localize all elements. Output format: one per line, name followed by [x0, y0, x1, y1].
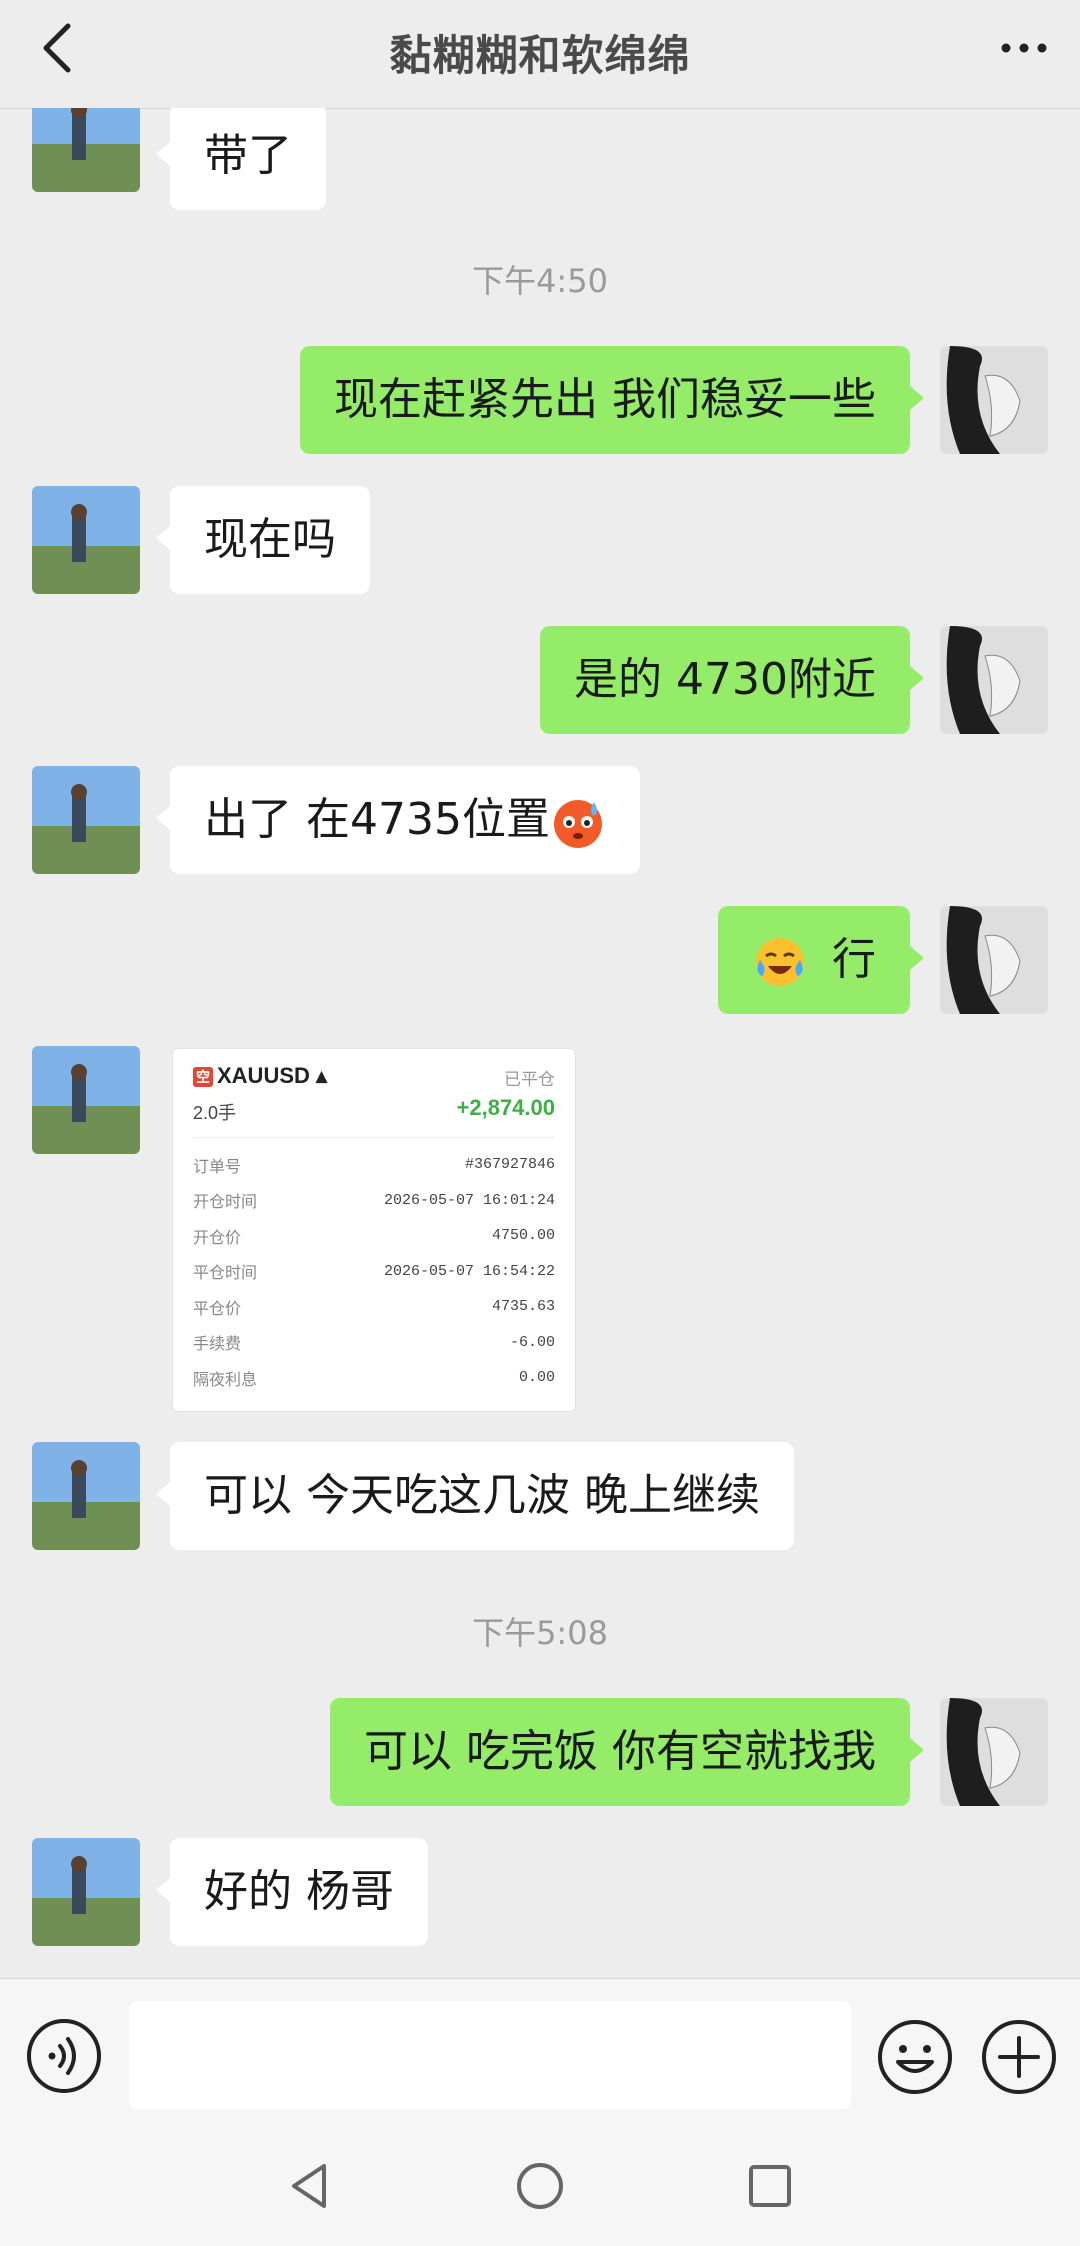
contact-avatar[interactable]	[32, 1838, 140, 1946]
message-bubble-in[interactable]: 好的 杨哥	[156, 1838, 428, 1946]
trade-row: 开仓时间 2026-05-07 16:01:24	[193, 1191, 555, 1212]
more-actions-plus-icon[interactable]	[980, 2018, 1058, 2096]
trade-row: 开仓价 4750.00	[193, 1227, 555, 1247]
my-avatar[interactable]	[940, 626, 1048, 734]
input-bar	[0, 1978, 1080, 2129]
contact-avatar[interactable]	[32, 1046, 140, 1154]
message-bubble-in[interactable]: 带了	[156, 108, 326, 210]
contact-avatar[interactable]	[32, 486, 140, 594]
nav-home-icon[interactable]	[510, 2156, 570, 2216]
my-avatar[interactable]	[940, 906, 1048, 1014]
broker-logo-icon: 空	[193, 1067, 213, 1088]
my-avatar[interactable]	[940, 1698, 1048, 1806]
trade-profit: +2,874.00	[456, 1095, 555, 1120]
trade-lots: 2.0手	[193, 1103, 237, 1123]
voice-input-icon[interactable]	[26, 2018, 102, 2094]
trade-row: 隔夜利息 0.00	[193, 1369, 555, 1389]
trade-screenshot-card[interactable]: 空 XAUUSD ▴ 已平仓 2.0手 +2,874.00 订单号 #3679278…	[172, 1048, 576, 1412]
trade-row: 手续费 -6.00	[193, 1333, 555, 1354]
emoji-picker-icon[interactable]	[876, 2018, 954, 2096]
trade-row: 平仓价 4735.63	[193, 1298, 555, 1318]
message-bubble-out[interactable]: 是的 4730附近	[540, 626, 924, 734]
nav-back-icon[interactable]	[280, 2156, 340, 2216]
trade-symbol: 空 XAUUSD ▴	[193, 1063, 327, 1089]
message-bubble-in[interactable]: 可以 今天吃这几波 晚上继续	[156, 1442, 794, 1550]
chat-header: 黏糊糊和软绵绵	[0, 0, 1080, 109]
contact-avatar[interactable]	[32, 108, 140, 192]
message-text: 出了 在4735位置	[204, 794, 550, 845]
crying-laughing-face-icon	[756, 938, 804, 986]
message-bubble-out[interactable]: 行	[718, 906, 924, 1014]
timestamp: 下午5:08	[472, 1614, 608, 1652]
message-input[interactable]	[129, 2001, 851, 2109]
card-divider	[193, 1137, 555, 1138]
trade-row: 订单号 #367927846	[193, 1156, 555, 1176]
chat-title: 黏糊糊和软绵绵	[389, 31, 691, 80]
contact-avatar[interactable]	[32, 1442, 140, 1550]
message-bubble-out[interactable]: 可以 吃完饭 你有空就找我	[330, 1698, 924, 1806]
nav-recent-apps-icon[interactable]	[740, 2156, 800, 2216]
message-bubble-in[interactable]: 出了 在4735位置	[156, 766, 640, 874]
system-nav-bar	[0, 2128, 1080, 2246]
trade-detail-rows: 订单号 #367927846 开仓时间 2026-05-07 16:01:24 开仓…	[193, 1147, 555, 1396]
message-text: 行	[832, 934, 876, 985]
cold-sweat-face-icon	[553, 800, 602, 848]
my-avatar[interactable]	[940, 346, 1048, 454]
contact-avatar[interactable]	[32, 766, 140, 874]
message-bubble-out[interactable]: 现在赶紧先出 我们稳妥一些	[300, 346, 924, 454]
trade-status: 已平仓	[504, 1070, 555, 1089]
message-bubble-in[interactable]: 现在吗	[156, 486, 370, 594]
more-options-icon[interactable]	[994, 28, 1054, 68]
timestamp: 下午4:50	[472, 262, 608, 300]
trade-row: 平仓时间 2026-05-07 16:54:22	[193, 1262, 555, 1283]
message-list[interactable]: 带了 下午4:50 现在赶紧先出 我们稳妥一些 现在吗 是的 4730附近 出了…	[0, 108, 1080, 1978]
